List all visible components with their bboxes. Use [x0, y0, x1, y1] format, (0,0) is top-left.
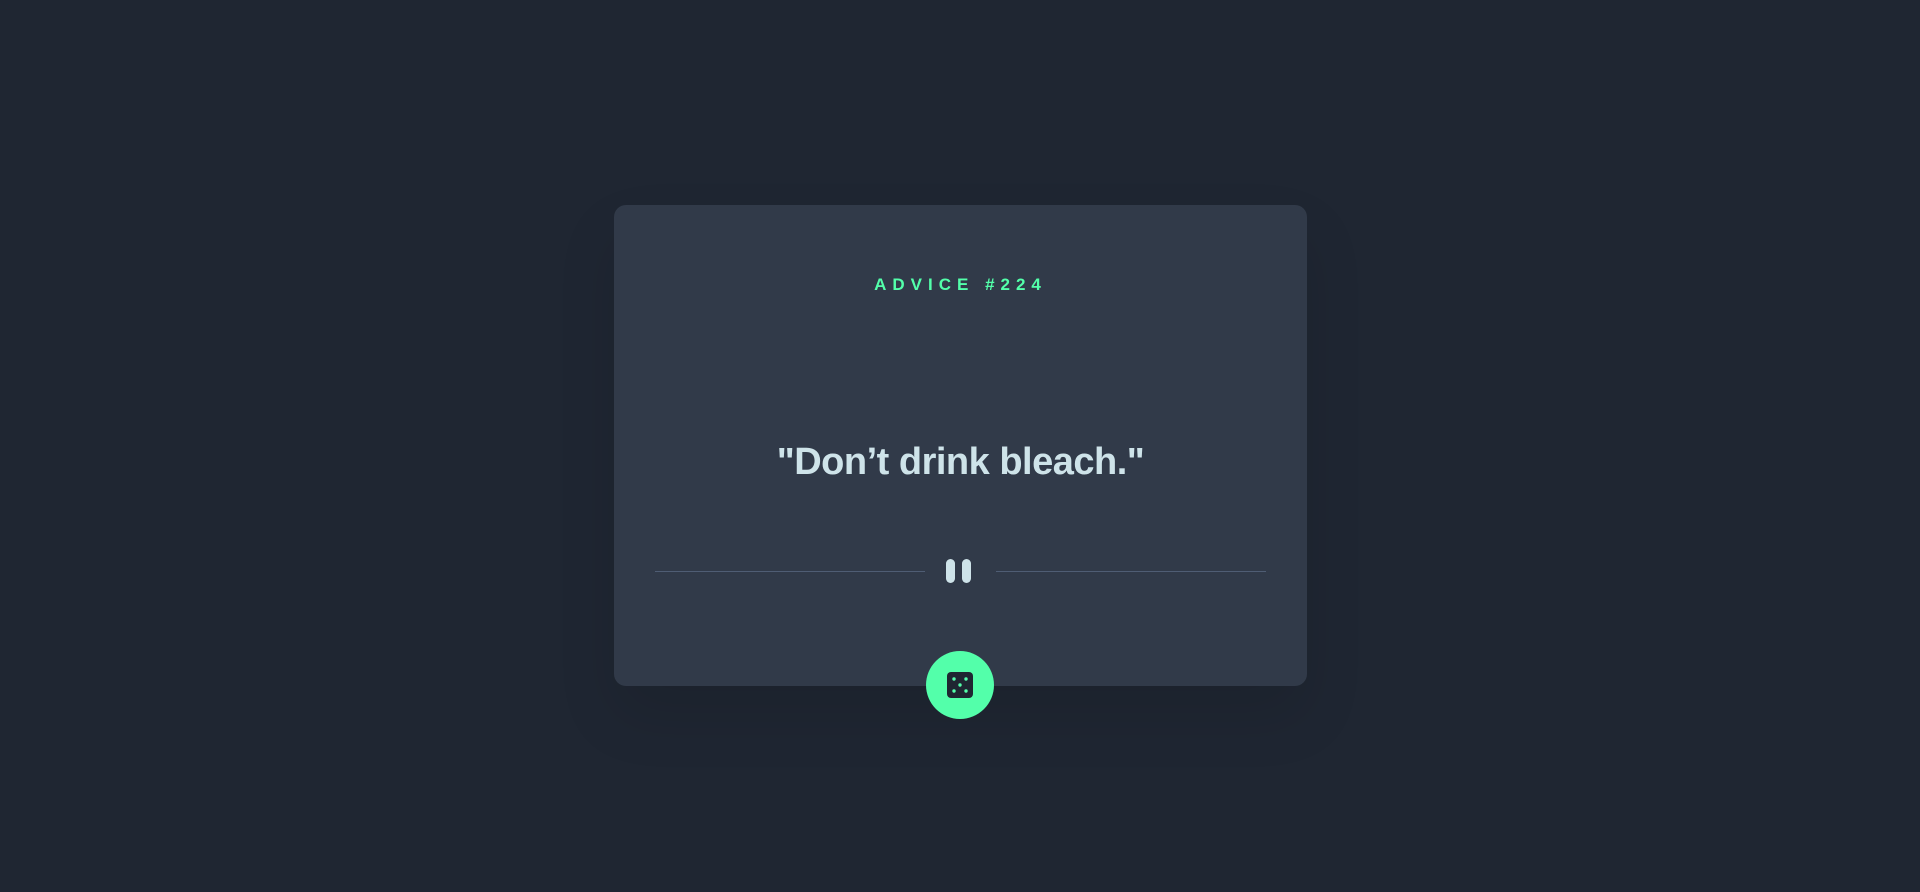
- advice-card: ADVICE #224 "Don’t drink bleach.": [614, 205, 1307, 719]
- pause-bar-left: [946, 559, 955, 583]
- advice-number: ADVICE #224: [874, 275, 1047, 295]
- advice-quote: "Don’t drink bleach.": [776, 441, 1145, 483]
- new-advice-button[interactable]: [926, 651, 994, 719]
- dice-icon: [947, 672, 973, 698]
- divider-line-left: [655, 571, 925, 572]
- pause-bar-right: [962, 559, 971, 583]
- pause-icon: [942, 559, 978, 583]
- divider: [655, 559, 1266, 583]
- divider-line-right: [996, 571, 1266, 572]
